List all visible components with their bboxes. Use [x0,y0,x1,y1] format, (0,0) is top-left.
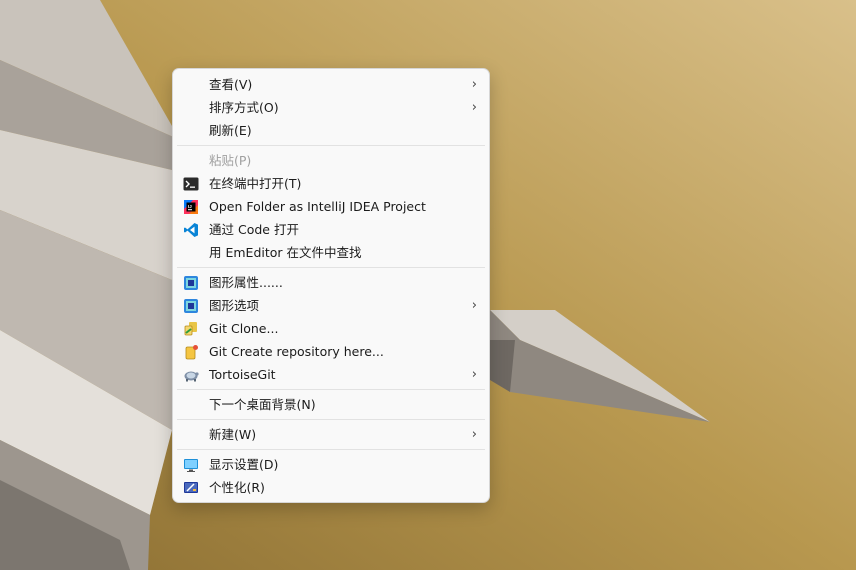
menu-item-label: 通过 Code 打开 [209,222,299,237]
menu-item-15[interactable]: 显示设置(D) [173,453,489,476]
menu-item-3: 粘贴(P) [173,149,489,172]
chevron-right-icon: › [471,427,477,442]
desktop-context-menu: 查看(V) › 排序方式(O) › 刷新(E) 粘贴(P) 在终端中打开(T) IJ Open … [172,68,490,503]
menu-separator [177,419,485,420]
terminal-icon [183,176,199,192]
chevron-right-icon: › [471,298,477,313]
menu-separator [177,267,485,268]
tortoisegit-icon [183,367,199,383]
menu-item-8[interactable]: 图形属性...... [173,271,489,294]
menu-item-label: Git Clone... [209,321,279,336]
menu-item-10[interactable]: Git Clone... [173,317,489,340]
chevron-right-icon: › [471,77,477,92]
display-settings-icon [183,457,199,473]
personalize-icon [183,480,199,496]
menu-item-label: Open Folder as IntelliJ IDEA Project [209,199,426,214]
graphics-properties-icon [183,275,199,291]
menu-item-label: Git Create repository here... [209,344,384,359]
menu-item-label: 显示设置(D) [209,457,279,472]
vscode-icon [183,222,199,238]
menu-item-label: TortoiseGit [209,367,276,382]
menu-item-12[interactable]: TortoiseGit › [173,363,489,386]
chevron-right-icon: › [471,367,477,382]
menu-separator [177,449,485,450]
git-clone-icon [183,321,199,337]
chevron-right-icon: › [471,100,477,115]
intellij-icon: IJ [183,199,199,215]
menu-item-1[interactable]: 排序方式(O) › [173,96,489,119]
menu-item-9[interactable]: 图形选项 › [173,294,489,317]
menu-item-11[interactable]: Git Create repository here... [173,340,489,363]
menu-item-label: 排序方式(O) [209,100,279,115]
menu-item-4[interactable]: 在终端中打开(T) [173,172,489,195]
menu-item-5[interactable]: IJ Open Folder as IntelliJ IDEA Project [173,195,489,218]
menu-item-6[interactable]: 通过 Code 打开 [173,218,489,241]
git-create-repo-icon [183,344,199,360]
menu-item-13[interactable]: 下一个桌面背景(N) [173,393,489,416]
menu-item-label: 查看(V) [209,77,253,92]
menu-item-label: 在终端中打开(T) [209,176,302,191]
menu-item-label: 刷新(E) [209,123,252,138]
menu-item-label: 新建(W) [209,427,257,442]
menu-item-7[interactable]: 用 EmEditor 在文件中查找 [173,241,489,264]
menu-item-label: 个性化(R) [209,480,265,495]
menu-separator [177,145,485,146]
menu-item-16[interactable]: 个性化(R) [173,476,489,499]
menu-item-14[interactable]: 新建(W) › [173,423,489,446]
menu-separator [177,389,485,390]
menu-item-label: 用 EmEditor 在文件中查找 [209,245,362,260]
menu-item-label: 图形属性...... [209,275,283,290]
menu-item-0[interactable]: 查看(V) › [173,73,489,96]
svg-text:IJ: IJ [188,204,192,209]
menu-item-2[interactable]: 刷新(E) [173,119,489,142]
menu-item-label: 粘贴(P) [209,153,252,168]
graphics-options-icon [183,298,199,314]
menu-item-label: 图形选项 [209,298,260,313]
menu-item-label: 下一个桌面背景(N) [209,397,316,412]
